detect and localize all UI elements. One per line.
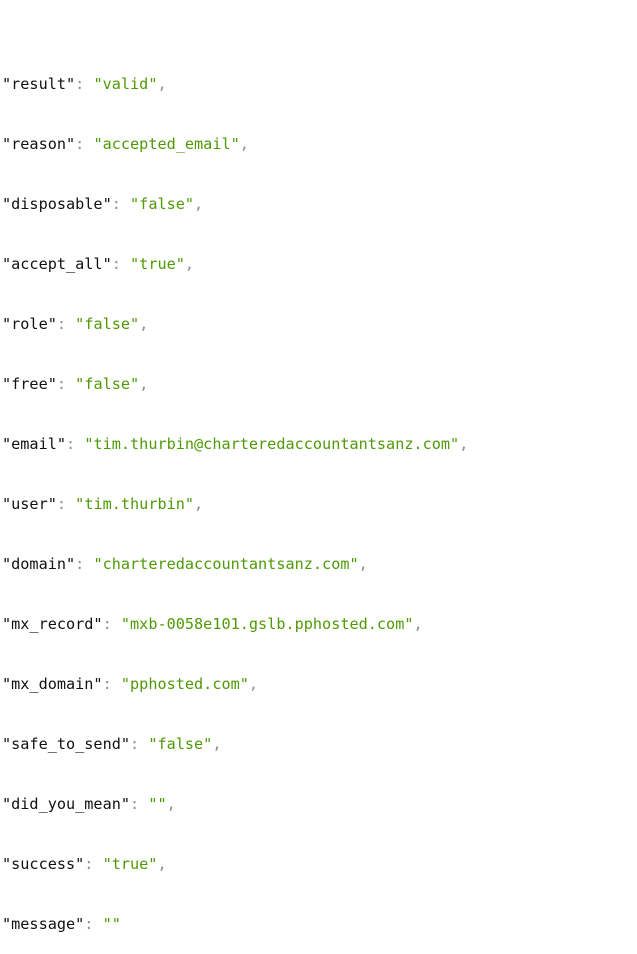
json-separator: : <box>66 435 85 453</box>
json-line-message: "message": "" <box>2 912 468 936</box>
json-comma: , <box>166 795 176 813</box>
json-value: "valid" <box>93 75 158 93</box>
json-value: "false" <box>75 375 140 393</box>
json-key: "safe_to_send" <box>2 735 131 753</box>
json-value: "tim.thurbin@charteredaccountantsanz.com… <box>84 435 460 453</box>
json-viewer: "result": "valid", "reason": "accepted_e… <box>2 36 468 954</box>
json-separator: : <box>111 195 131 213</box>
json-separator: : <box>75 555 94 573</box>
json-separator: : <box>75 135 94 153</box>
json-comma: , <box>157 855 167 873</box>
json-line-free: "free": "false", <box>2 372 468 396</box>
json-comma: , <box>194 195 204 213</box>
json-value: "tim.thurbin" <box>75 495 195 513</box>
json-key: "accept_all" <box>2 255 112 273</box>
json-comma: , <box>139 375 149 393</box>
json-line-disposable: "disposable": "false", <box>2 192 468 216</box>
json-separator: : <box>56 315 76 333</box>
json-separator: : <box>84 915 103 933</box>
json-value: "" <box>148 795 167 813</box>
json-value: "true" <box>130 255 185 273</box>
json-line-safe-to-send: "safe_to_send": "false", <box>2 732 468 756</box>
json-separator: : <box>111 255 131 273</box>
json-comma: , <box>194 495 204 513</box>
json-key: "reason" <box>2 135 76 153</box>
json-key: "success" <box>2 855 85 873</box>
json-line-result: "result": "valid", <box>2 72 468 96</box>
json-line-mx-domain: "mx_domain": "pphosted.com", <box>2 672 468 696</box>
json-separator: : <box>75 75 94 93</box>
json-comma: , <box>413 615 423 633</box>
json-value: "pphosted.com" <box>120 675 249 693</box>
json-separator: : <box>84 855 103 873</box>
json-value: "false" <box>130 195 195 213</box>
json-value: "false" <box>75 315 140 333</box>
json-line-reason: "reason": "accepted_email", <box>2 132 468 156</box>
json-line-mx-record: "mx_record": "mxb-0058e101.gslb.pphosted… <box>2 612 468 636</box>
json-key: "role" <box>2 315 57 333</box>
json-separator: : <box>56 375 76 393</box>
json-key: "free" <box>2 375 57 393</box>
json-key: "email" <box>2 435 67 453</box>
json-key: "did_you_mean" <box>2 795 131 813</box>
json-key: "domain" <box>2 555 76 573</box>
json-key: "message" <box>2 915 85 933</box>
json-key: "result" <box>2 75 76 93</box>
json-comma: , <box>358 555 368 573</box>
json-key: "disposable" <box>2 195 112 213</box>
json-separator: : <box>130 735 149 753</box>
json-key: "mx_domain" <box>2 675 103 693</box>
json-line-email: "email": "tim.thurbin@charteredaccountan… <box>2 432 468 456</box>
json-comma: , <box>184 255 195 273</box>
json-comma: , <box>139 315 149 333</box>
json-separator: : <box>56 495 76 513</box>
json-value: "" <box>102 915 121 933</box>
json-line-role: "role": "false", <box>2 312 468 336</box>
json-comma: , <box>157 75 167 93</box>
json-line-did-you-mean: "did_you_mean": "", <box>2 792 468 816</box>
json-value: "false" <box>148 735 213 753</box>
json-key: "user" <box>2 495 57 513</box>
json-value: "accepted_email" <box>93 135 240 153</box>
json-separator: : <box>102 615 121 633</box>
json-separator: : <box>130 795 149 813</box>
json-line-user: "user": "tim.thurbin", <box>2 492 468 516</box>
json-comma: , <box>248 675 259 693</box>
json-key: "mx_record" <box>2 615 103 633</box>
json-value: "mxb-0058e101.gslb.pphosted.com" <box>120 615 414 633</box>
json-value: "charteredaccountantsanz.com" <box>93 555 359 573</box>
json-comma: , <box>212 735 222 753</box>
json-line-domain: "domain": "charteredaccountantsanz.com", <box>2 552 468 576</box>
json-comma: , <box>459 435 469 453</box>
json-separator: : <box>102 675 121 693</box>
json-line-accept-all: "accept_all": "true", <box>2 252 468 276</box>
json-value: "true" <box>102 855 158 873</box>
json-comma: , <box>239 135 249 153</box>
json-line-success: "success": "true", <box>2 852 468 876</box>
